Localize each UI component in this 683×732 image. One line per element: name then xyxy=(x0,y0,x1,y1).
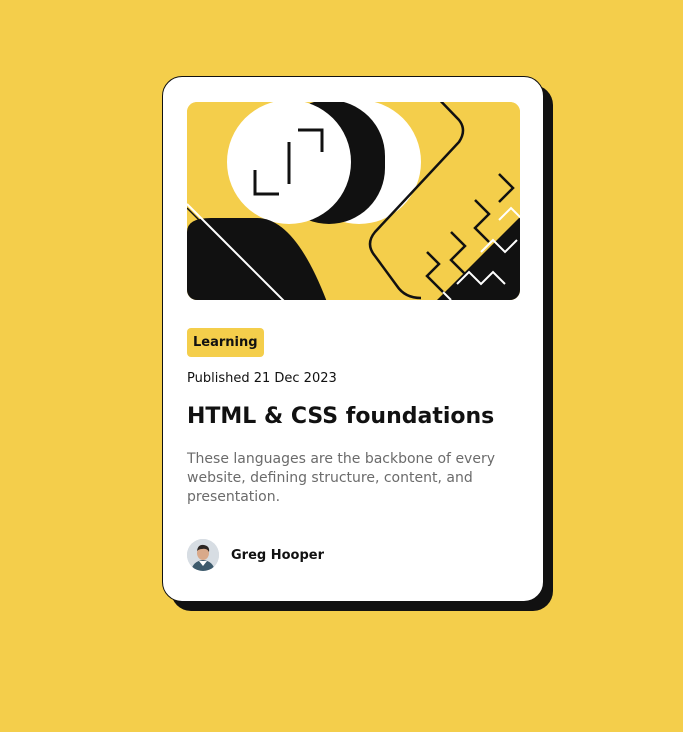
published-date: Published 21 Dec 2023 xyxy=(187,371,337,386)
blog-preview-card: Learning Published 21 Dec 2023 HTML & CS… xyxy=(162,76,544,602)
avatar xyxy=(187,539,219,571)
card-description: These languages are the backbone of ever… xyxy=(187,451,495,505)
illustration-image xyxy=(187,102,520,300)
author-block: Greg Hooper xyxy=(187,539,324,571)
card-title[interactable]: HTML & CSS foundations xyxy=(187,404,494,429)
author-name: Greg Hooper xyxy=(231,547,325,563)
category-tag: Learning xyxy=(187,328,264,357)
